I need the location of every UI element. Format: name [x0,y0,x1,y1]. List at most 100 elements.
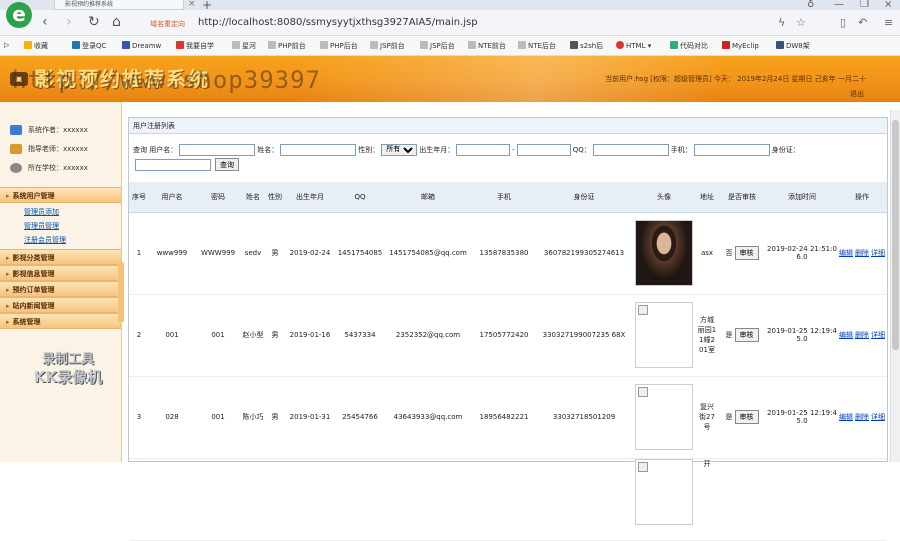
url-input[interactable]: http://localhost:8080/ssmysyytjxthsg3927… [198,17,478,28]
undo-icon[interactable]: ↶ [858,16,867,29]
cell-photo [631,376,697,459]
menu-order-management[interactable]: 预约订单管理 [0,281,121,297]
close-tab-icon[interactable]: × [188,0,196,9]
cell-pwd: 001 [195,376,241,459]
avatar [635,220,693,286]
menu-icon[interactable]: ≡ [884,16,893,29]
cell-idcard: 33032718501209 [537,376,631,459]
page-icon [776,41,784,49]
cell-user [149,458,195,541]
back-icon[interactable]: ‹ [42,14,48,30]
browser-tab[interactable]: 影视预约推荐系统 [54,0,184,10]
browser-tabbar: e 影视预约推荐系统 × + ♁ — ❐ × [0,0,900,28]
menu-movie-management[interactable]: 影视信息管理 [0,265,121,281]
sidebar-info: 系统作者：xxxxxx 指导老师：xxxxxx 所在学校：xxxxxx [0,102,121,177]
cell-email: 43643933@qq.com [385,376,471,459]
detail-link[interactable]: 详细 [871,249,885,257]
bookmark-item[interactable]: NTE前台 [468,41,506,51]
menu-user-management[interactable]: 系统用户管理 [0,187,121,203]
bookmark-item[interactable]: MyEclip [722,41,759,50]
bookmark-item[interactable]: 我要自学 [176,41,214,51]
url-redirect-tag: 域名重定向 [150,20,185,28]
recorder-watermark: 录制工具 KK录像机 [20,352,116,386]
bookmark-item[interactable]: DW8架 [776,41,810,51]
menu-item-member-manage[interactable]: 注册会员管理 [24,233,121,247]
bookmark-label: 星河 [242,42,256,50]
bookmark-item[interactable]: JSP后台 [420,41,455,51]
search-button[interactable]: 查询 [215,158,239,171]
cell-gender: 男 [265,212,285,295]
bookmark-item[interactable]: NTE后台 [518,41,556,51]
bolt-icon[interactable]: ϟ [778,16,785,29]
menu-category-management[interactable]: 影视分类管理 [0,249,121,265]
cell-name: 赵小型 [241,294,265,377]
delete-link[interactable]: 删除 [855,413,869,421]
bookmark-item[interactable]: PHP后台 [320,41,358,51]
bookmark-label: 登录QC [82,42,107,50]
qq-input[interactable] [592,143,669,156]
page-scrollbar[interactable] [890,110,900,462]
scrollbar-thumb[interactable] [892,120,899,350]
delete-link[interactable]: 删除 [855,331,869,339]
forward-icon[interactable]: › [66,14,72,30]
home-icon[interactable]: ⌂ [112,14,121,30]
detail-link[interactable]: 详细 [871,331,885,339]
edit-link[interactable]: 编辑 [839,249,853,257]
cell-qq: 1451754085 [335,212,385,295]
logout-link[interactable]: 退出 [850,89,864,99]
detail-link[interactable]: 详细 [871,413,885,421]
menu-system-management[interactable]: 系统管理 [0,313,121,329]
close-window-icon[interactable]: × [884,0,892,10]
bookmark-item[interactable]: Dreamw [122,41,161,50]
bookmark-item[interactable]: 代码对比 [670,41,708,51]
reader-icon[interactable]: ▯ [840,16,846,29]
gender-select[interactable]: 所有 [381,143,418,156]
html-icon [616,41,624,49]
reload-icon[interactable]: ↻ [88,14,100,30]
cell-qq: 25454766 [335,376,385,459]
cell-audit [717,458,767,541]
edit-link[interactable]: 编辑 [839,413,853,421]
birth-end-input[interactable] [516,143,571,156]
restore-icon[interactable]: ❐ [860,0,869,10]
cell-time [767,458,837,541]
page-icon [268,41,276,49]
bookmark-item[interactable]: 星河 [232,41,256,51]
audit-button[interactable]: 审核 [734,328,759,342]
username-input[interactable] [179,143,256,156]
name-input[interactable] [280,143,357,156]
col-password: 密码 [195,182,241,213]
menu-news-management[interactable]: 站内新闻管理 [0,297,121,313]
author-label: 系统作者：xxxxxx [28,125,88,134]
bookmark-item[interactable]: PHP前台 [268,41,306,51]
cell-time: 2019-01-25 12:19:45.0 [767,376,837,459]
bookmark-label: NTE前台 [478,42,506,50]
phone-input[interactable] [693,143,770,156]
edit-link[interactable]: 编辑 [839,331,853,339]
birth-start-input[interactable] [456,143,511,156]
col-name: 姓名 [241,182,265,213]
col-gender: 性别 [265,182,285,213]
bookmarks-bar: ▷ 收藏 登录QC Dreamw 我要自学 星河 PHP前台 PHP后台 JSP… [0,36,900,56]
bookmark-item[interactable]: 登录QC [72,41,106,51]
minimize-icon[interactable]: — [834,0,844,10]
audit-button[interactable]: 审核 [734,410,759,424]
search-line-2: 查询 [133,157,887,172]
bookmark-item[interactable]: 收藏 [24,41,48,51]
pin-icon[interactable]: ♁ [807,0,814,10]
menu-item-admin-add[interactable]: 管理员添加 [24,205,121,219]
page-icon [722,41,730,49]
sidebar-collapse-handle[interactable] [118,262,124,322]
user-table: 序号 用户名 密码 姓名 性别 出生年月 QQ 邮箱 手机 身份证 头像 地址 … [129,182,887,541]
bookmark-item[interactable]: HTML ▾ [616,41,651,50]
idcard-input[interactable] [135,158,211,171]
bookmark-item[interactable]: JSP前台 [370,41,405,51]
page-icon [176,41,184,49]
audit-button[interactable]: 审核 [734,246,759,260]
page-icon [468,41,476,49]
delete-link[interactable]: 删除 [855,249,869,257]
sidebar-toggle-icon[interactable]: ▷ [4,41,9,49]
star-icon[interactable]: ☆ [796,16,806,29]
menu-item-admin-manage[interactable]: 管理员管理 [24,219,121,233]
bookmark-item[interactable]: s2sh后 [570,41,603,51]
